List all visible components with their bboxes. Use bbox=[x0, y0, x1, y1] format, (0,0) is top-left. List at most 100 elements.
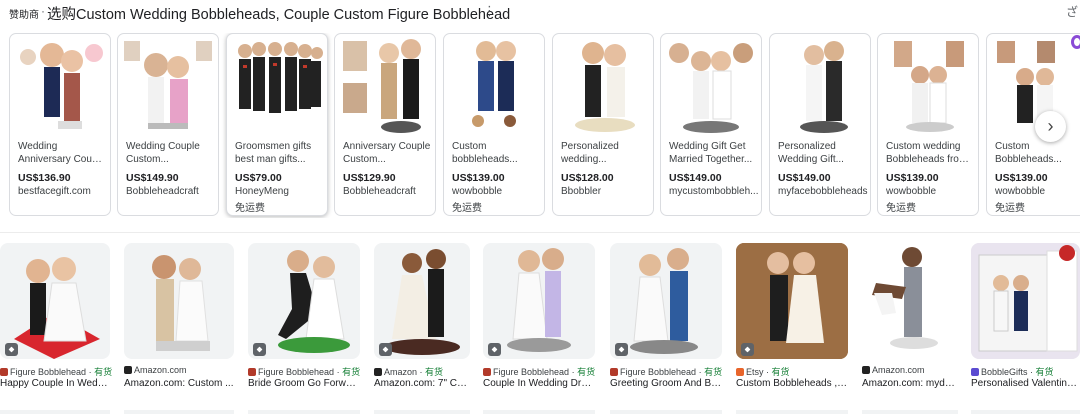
product-card[interactable]: Wedding Gift Get Married Together... US$1… bbox=[660, 33, 762, 216]
result-image bbox=[483, 243, 595, 359]
favicon-icon bbox=[736, 368, 744, 376]
product-name: Personalized wedding... bbox=[561, 141, 619, 165]
product-price: US$149.00 bbox=[778, 172, 831, 184]
product-price: US$149.00 bbox=[669, 172, 722, 184]
product-seller: Bobbleheadcraft bbox=[126, 186, 199, 197]
product-image bbox=[238, 42, 323, 113]
product-price: US$149.90 bbox=[126, 172, 179, 184]
section-title: 选购Custom Wedding Bobbleheads, Couple Cus… bbox=[47, 7, 511, 23]
sponsored-label: 赞助商 bbox=[9, 10, 39, 21]
product-seller: wowbobble bbox=[452, 186, 503, 197]
chevron-right-icon[interactable]: › bbox=[1035, 111, 1066, 142]
image-result[interactable]: Figure Bobblehead · 有货 Bride Groom Go Fo… bbox=[248, 243, 360, 393]
result-source: Figure Bobblehead · 有货 bbox=[483, 365, 595, 378]
product-seller: bestfacegift.com bbox=[18, 186, 91, 197]
result-caption[interactable]: Amazon.com: 7" Cu... bbox=[374, 378, 470, 389]
favicon-icon bbox=[124, 366, 132, 374]
product-card[interactable]: Custom bobbleheads... US$139.00 wowbobble… bbox=[443, 33, 545, 216]
separator: · bbox=[41, 4, 45, 18]
product-image bbox=[669, 43, 753, 133]
product-name: Custom bobbleheads... bbox=[452, 141, 518, 165]
product-seller: mycustombobbleh... bbox=[669, 186, 759, 197]
result-image bbox=[0, 243, 110, 359]
assistant-icon[interactable] bbox=[1071, 35, 1080, 49]
result-source: BobbleGifts · 有货 bbox=[971, 365, 1054, 378]
result-source: Amazon.com bbox=[124, 365, 187, 375]
free-shipping: 免运费 bbox=[452, 203, 482, 214]
free-shipping: 免运费 bbox=[995, 203, 1025, 214]
shopping-badge-icon bbox=[615, 343, 628, 356]
product-price: US$129.90 bbox=[343, 172, 396, 184]
product-seller: Bbobbler bbox=[561, 186, 602, 197]
product-card[interactable]: Custom wedding Bobbleheads from... US$139… bbox=[877, 33, 979, 216]
favicon-icon bbox=[374, 368, 382, 376]
product-name: Anniversary Couple Custom... bbox=[343, 141, 431, 165]
shopping-header: 赞助商 · 选购Custom Wedding Bobbleheads, Coup… bbox=[0, 0, 1080, 26]
favicon-icon bbox=[0, 368, 8, 376]
result-caption[interactable]: Personalised Valentine'... bbox=[971, 378, 1080, 389]
shopping-badge-icon bbox=[253, 343, 266, 356]
result-image bbox=[971, 243, 1080, 359]
result-source: Figure Bobblehead · 有货 bbox=[248, 365, 360, 378]
product-price: US$139.00 bbox=[886, 172, 939, 184]
product-image bbox=[800, 41, 848, 133]
product-name: Wedding Gift Get Married Together... bbox=[669, 141, 753, 165]
product-card[interactable]: Wedding Couple Custom... US$149.90 Bobble… bbox=[117, 33, 219, 216]
product-price: US$136.90 bbox=[18, 172, 71, 184]
product-name: Custom Bobbleheads... bbox=[995, 141, 1062, 165]
result-source: Figure Bobblehead · 有货 bbox=[0, 365, 112, 378]
image-result[interactable]: Figure Bobblehead · 有货 Couple In Wedding… bbox=[483, 243, 595, 393]
product-name: Groomsmen gifts best man gifts... bbox=[235, 141, 312, 165]
result-caption[interactable]: Couple In Wedding Dres... bbox=[483, 378, 595, 389]
result-caption[interactable]: Happy Couple In Weddi... bbox=[0, 378, 110, 389]
product-seller: wowbobble bbox=[995, 186, 1046, 197]
image-result[interactable]: Amazon · 有货 Amazon.com: 7" Cu... bbox=[374, 243, 470, 393]
product-card[interactable]: Personalized Wedding Gift... US$149.00 my… bbox=[769, 33, 871, 216]
image-result[interactable]: Amazon.com Amazon.com: Custom ... bbox=[124, 243, 234, 393]
free-shipping: 免运费 bbox=[235, 203, 265, 214]
result-source: Amazon.com bbox=[862, 365, 925, 375]
shopping-badge-icon bbox=[741, 343, 754, 356]
image-results-grid: Figure Bobblehead · 有货 Happy Couple In W… bbox=[0, 243, 1080, 393]
more-vert-icon[interactable]: ⋮ bbox=[483, 3, 496, 19]
shopping-badge-icon bbox=[5, 343, 18, 356]
result-caption[interactable]: Amazon.com: Custom ... bbox=[124, 378, 234, 389]
result-image bbox=[610, 243, 722, 359]
favicon-icon bbox=[610, 368, 618, 376]
image-result[interactable]: Etsy · 有货 Custom Bobbleheads ,b... bbox=[736, 243, 848, 393]
product-price: US$139.00 bbox=[995, 172, 1048, 184]
result-caption[interactable]: Greeting Groom And Bri... bbox=[610, 378, 722, 389]
corner-label: ざ bbox=[1065, 5, 1078, 19]
next-row-peek bbox=[0, 401, 1080, 414]
image-result[interactable]: BobbleGifts · 有货 Personalised Valentine'… bbox=[971, 243, 1080, 393]
product-price: US$128.00 bbox=[561, 172, 614, 184]
product-card[interactable]: Wedding Anniversary Coupl... US$136.90 be… bbox=[9, 33, 111, 216]
product-card[interactable]: Personalized wedding... US$128.00 Bbobble… bbox=[552, 33, 654, 216]
product-image bbox=[20, 43, 103, 129]
product-price: US$139.00 bbox=[452, 172, 505, 184]
product-price: US$79.00 bbox=[235, 172, 282, 184]
sponsored-products-carousel: Wedding Anniversary Coupl... US$136.90 be… bbox=[9, 33, 1080, 218]
result-image bbox=[736, 243, 848, 359]
result-caption[interactable]: Custom Bobbleheads ,b... bbox=[736, 378, 848, 389]
image-result[interactable]: Amazon.com Amazon.com: myde... bbox=[862, 243, 958, 393]
product-name: Wedding Anniversary Coupl... bbox=[18, 141, 106, 165]
result-source: Figure Bobblehead · 有货 bbox=[610, 365, 722, 378]
product-image bbox=[472, 41, 516, 127]
image-result[interactable]: Figure Bobblehead · 有货 Greeting Groom An… bbox=[610, 243, 722, 393]
result-image bbox=[862, 243, 958, 359]
product-image bbox=[343, 39, 421, 133]
product-card[interactable]: Anniversary Couple Custom... US$129.90 Bo… bbox=[334, 33, 436, 216]
product-card[interactable]: Groomsmen gifts best man gifts... US$79.0… bbox=[226, 33, 328, 216]
result-image bbox=[248, 243, 360, 359]
product-name: Custom wedding Bobbleheads from... bbox=[886, 141, 974, 165]
image-result[interactable]: Figure Bobblehead · 有货 Happy Couple In W… bbox=[0, 243, 112, 393]
result-caption[interactable]: Bride Groom Go Forwar... bbox=[248, 378, 360, 389]
product-seller: Bobbleheadcraft bbox=[343, 186, 416, 197]
divider bbox=[0, 232, 1080, 233]
result-image bbox=[124, 243, 234, 359]
result-caption[interactable]: Amazon.com: myde... bbox=[862, 378, 958, 389]
product-seller: myfacebobbleheads bbox=[778, 186, 868, 197]
favicon-icon bbox=[971, 368, 979, 376]
result-source: Etsy · 有货 bbox=[736, 365, 790, 378]
